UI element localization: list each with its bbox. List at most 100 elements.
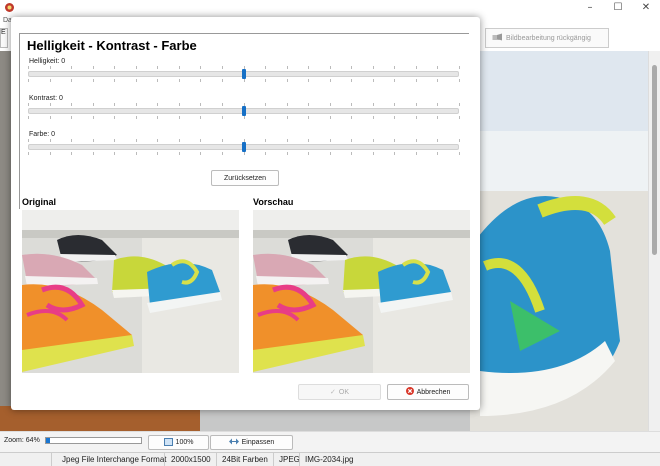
- status-separator: [164, 453, 165, 466]
- slider-tick: [437, 116, 439, 119]
- slider-tick: [49, 116, 51, 119]
- slider-tick: [415, 103, 417, 106]
- slider-tick: [157, 152, 159, 155]
- main-window: – ☐ ✕ Da E Bildbearbeitung rückgängig Zo…: [0, 0, 660, 466]
- cancel-label: Abbrechen: [416, 388, 451, 396]
- brightness-contrast-dialog: Helligkeit - Kontrast - Farbe Helligkeit…: [11, 17, 480, 410]
- slider-tick: [394, 139, 396, 142]
- contrast-label: Kontrast: 0: [29, 95, 63, 102]
- slider-tick: [265, 116, 267, 119]
- slider-tick: [415, 79, 417, 82]
- checkmark-icon: ✓: [330, 388, 336, 396]
- reset-button[interactable]: Zurücksetzen: [211, 170, 279, 186]
- original-image: [22, 210, 239, 373]
- zoom-100-button[interactable]: 100%: [148, 435, 209, 450]
- slider-tick: [372, 79, 374, 82]
- slider-tick: [114, 139, 116, 142]
- cancel-button[interactable]: Abbrechen: [387, 384, 469, 400]
- slider-tick: [200, 152, 202, 155]
- slider-tick: [135, 103, 137, 106]
- slider-tick: [135, 66, 137, 69]
- slider-tick: [28, 116, 29, 119]
- slider-tick: [351, 152, 353, 155]
- slider-tick: [28, 79, 29, 82]
- color-slider-thumb[interactable]: [241, 142, 246, 152]
- fit-to-window-label: Einpassen: [241, 439, 275, 446]
- ok-label: OK: [338, 388, 349, 396]
- scrollbar-thumb[interactable]: [652, 65, 657, 255]
- slider-tick: [437, 79, 439, 82]
- slider-tick: [71, 79, 73, 82]
- status-bar: Jpeg File Interchange Format 2000x1500 2…: [0, 452, 660, 466]
- preview-image: [253, 210, 470, 373]
- status-dimensions: 2000x1500: [171, 455, 211, 464]
- slider-tick: [178, 79, 180, 82]
- slider-tick: [286, 79, 288, 82]
- brightness-ticks-top: [28, 66, 460, 69]
- slider-tick: [28, 152, 29, 155]
- brightness-slider[interactable]: [28, 69, 459, 79]
- brightness-ticks-bottom: [28, 79, 460, 82]
- fit-to-window-button[interactable]: Einpassen: [210, 435, 293, 450]
- slider-tick: [394, 116, 396, 119]
- slider-tick: [243, 66, 245, 69]
- color-ticks-bottom: [28, 152, 460, 155]
- undo-edit-button[interactable]: Bildbearbeitung rückgängig: [485, 28, 609, 48]
- contrast-slider-thumb[interactable]: [241, 106, 246, 116]
- slider-tick: [92, 79, 94, 82]
- slider-tick: [394, 66, 396, 69]
- ok-button[interactable]: ✓ OK: [298, 384, 381, 400]
- maximize-button[interactable]: ☐: [604, 0, 632, 16]
- title-bar: – ☐ ✕: [0, 0, 660, 16]
- slider-tick: [243, 152, 245, 155]
- slider-tick: [92, 66, 94, 69]
- fit-arrows-icon: [228, 438, 239, 447]
- slider-tick: [308, 103, 310, 106]
- slider-tick: [265, 66, 267, 69]
- slider-tick: [351, 116, 353, 119]
- status-separator: [216, 453, 217, 466]
- slider-tick: [221, 139, 223, 142]
- slider-tick: [49, 139, 51, 142]
- status-separator: [273, 453, 274, 466]
- slider-tick: [28, 66, 29, 69]
- contrast-slider[interactable]: [28, 106, 459, 116]
- slider-tick: [372, 103, 374, 106]
- slider-tick: [329, 66, 331, 69]
- slider-tick: [308, 152, 310, 155]
- undo-icon: [492, 33, 503, 43]
- brightness-label: Helligkeit: 0: [29, 58, 66, 65]
- slider-tick: [178, 103, 180, 106]
- undo-edit-label: Bildbearbeitung rückgängig: [506, 34, 591, 42]
- slider-tick: [71, 139, 73, 142]
- slider-tick: [200, 139, 202, 142]
- color-slider[interactable]: [28, 142, 459, 152]
- slider-tick: [329, 103, 331, 106]
- zoom-slider[interactable]: [45, 437, 142, 444]
- status-separator: [299, 453, 300, 466]
- vertical-scrollbar[interactable]: [648, 51, 660, 431]
- zoom-bar: Zoom: 64% 100% Einpassen: [0, 431, 660, 452]
- slider-tick: [114, 152, 116, 155]
- slider-tick: [71, 116, 73, 119]
- zoom-slider-fill: [46, 438, 50, 443]
- preview-label: Vorschau: [253, 197, 294, 207]
- status-type: JPEG: [279, 455, 300, 464]
- toolbar-tab[interactable]: E: [0, 28, 8, 48]
- slider-tick: [372, 66, 374, 69]
- slider-tick: [394, 79, 396, 82]
- slider-tick: [114, 116, 116, 119]
- slider-tick: [372, 139, 374, 142]
- slider-tick: [28, 103, 29, 106]
- slider-tick: [221, 152, 223, 155]
- slider-tick: [71, 66, 73, 69]
- minimize-button[interactable]: –: [576, 0, 604, 16]
- slider-tick: [459, 66, 460, 69]
- close-window-button[interactable]: ✕: [632, 0, 660, 16]
- slider-tick: [114, 66, 116, 69]
- slider-tick: [157, 139, 159, 142]
- slider-tick: [92, 152, 94, 155]
- brightness-slider-thumb[interactable]: [241, 69, 246, 79]
- slider-tick: [329, 152, 331, 155]
- slider-tick: [178, 152, 180, 155]
